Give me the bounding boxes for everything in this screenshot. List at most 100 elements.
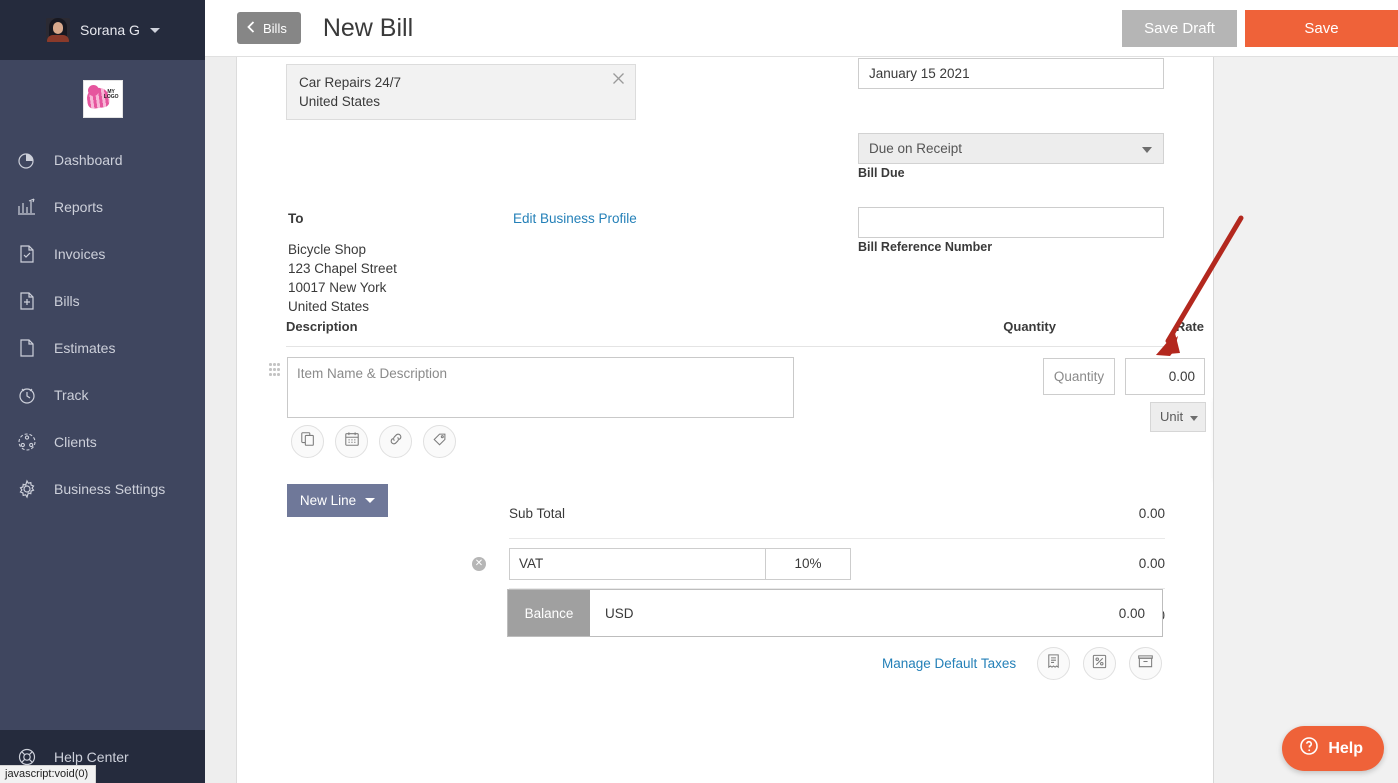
column-header-rate: Rate [1176,319,1204,334]
new-line-button[interactable]: New Line [287,484,388,517]
link-icon [388,431,404,452]
item-description-input[interactable] [287,357,794,418]
left-gutter [205,57,237,783]
chevron-down-icon [365,498,375,503]
sidebar-item-clients[interactable]: Clients [0,418,205,465]
page-title: New Bill [323,14,413,43]
bill-due-select[interactable]: Due on Receipt [858,133,1164,164]
sidebar-item-label: Track [54,387,88,403]
item-quantity-input[interactable] [1043,358,1115,395]
document-check-icon [16,243,38,265]
sidebar-item-label: Estimates [54,340,115,356]
drag-handle-icon[interactable] [269,363,281,379]
archive-icon [1137,653,1154,675]
to-address-line: 123 Chapel Street [288,259,397,278]
link-line-button[interactable] [379,425,412,458]
item-unit-select[interactable]: Unit [1150,402,1206,432]
to-address-line: Bicycle Shop [288,240,397,259]
receipt-icon [1045,653,1062,675]
receipt-button[interactable] [1037,647,1070,680]
bar-chart-icon [16,196,38,218]
sidebar-item-dashboard[interactable]: Dashboard [0,136,205,183]
remove-circle-icon[interactable]: ✕ [472,557,486,571]
vendor-name: Car Repairs 24/7 [299,73,625,92]
sidebar-item-label: Dashboard [54,152,123,168]
sub-total-label: Sub Total [509,506,565,521]
bill-due-label: Bill Due [858,166,905,180]
to-address: Bicycle Shop 123 Chapel Street 10017 New… [288,240,397,316]
date-line-button[interactable] [335,425,368,458]
user-name: Sorana G [80,22,140,38]
archive-button[interactable] [1129,647,1162,680]
discount-button[interactable] [1083,647,1116,680]
tag-line-button[interactable] [423,425,456,458]
vendor-country: United States [299,92,625,111]
bill-date-field[interactable]: January 15 2021 [858,58,1164,89]
calendar-icon [344,431,360,452]
edit-business-profile-link[interactable]: Edit Business Profile [513,211,637,226]
sidebar-item-label: Bills [54,293,80,309]
topbar-actions: Save Draft Save [1122,0,1398,56]
tax-name-input[interactable] [509,548,766,580]
balance-value-field[interactable]: USD 0.00 [590,590,1162,636]
bill-due-value: Due on Receipt [869,141,962,156]
pie-chart-icon [16,149,38,171]
balance-amount: 0.00 [1119,606,1145,621]
to-label: To [288,211,304,226]
clock-icon [16,384,38,406]
document-plus-icon [16,290,38,312]
balance-row: Balance USD 0.00 [507,589,1163,637]
people-circle-icon [16,431,38,453]
question-circle-icon [1299,736,1319,761]
copy-icon [300,431,316,452]
item-rate-input[interactable] [1125,358,1205,395]
browser-status-bar: javascript:void(0) [0,765,96,783]
tag-icon [432,431,448,452]
sidebar-item-label: Reports [54,199,103,215]
document-icon [16,337,38,359]
sidebar-item-bills[interactable]: Bills [0,277,205,324]
sidebar-item-track[interactable]: Track [0,371,205,418]
sidebar-item-label: Invoices [54,246,105,262]
company-logo: MYLOGO [83,80,123,118]
sidebar-item-estimates[interactable]: Estimates [0,324,205,371]
sidebar-item-reports[interactable]: Reports [0,183,205,230]
new-line-label: New Line [300,493,356,508]
bill-form-card: Car Repairs 24/7 United States To Edit B… [237,57,1214,783]
chevron-down-icon [150,28,160,33]
save-button[interactable]: Save [1245,10,1398,47]
item-unit-value: Unit [1160,409,1183,424]
sidebar-item-label: Business Settings [54,481,165,497]
balance-label: Balance [508,590,590,636]
bill-reference-input[interactable] [858,207,1164,238]
tax-amount-value: 0.00 [1139,556,1165,571]
sidebar-item-invoices[interactable]: Invoices [0,230,205,277]
close-icon[interactable] [610,72,626,88]
help-widget-button[interactable]: Help [1282,726,1384,771]
sub-total-value: 0.00 [1139,506,1165,521]
sidebar-item-business-settings[interactable]: Business Settings [0,465,205,512]
to-address-line: 10017 New York [288,278,397,297]
column-header-quantity: Quantity [1003,319,1056,334]
items-table-header: Description Quantity Rate Amount [286,319,1165,347]
back-to-bills-button[interactable]: Bills [237,12,301,44]
save-draft-button[interactable]: Save Draft [1122,10,1237,47]
sub-total-row: Sub Total 0.00 [509,489,1165,539]
vendor-box[interactable]: Car Repairs 24/7 United States [286,64,636,120]
tax-rate-input[interactable] [766,548,851,580]
company-logo-wrap: MYLOGO [0,60,205,136]
sidebar: Sorana G MYLOGO Dashboard Reports [0,0,205,783]
user-menu[interactable]: Sorana G [0,0,205,60]
avatar [46,18,70,42]
chevron-down-icon [1190,416,1198,421]
topbar: Bills New Bill Save Draft Save [205,0,1398,57]
column-header-description: Description [286,319,358,334]
gear-icon [16,478,38,500]
back-label: Bills [263,21,287,36]
help-widget-label: Help [1328,740,1363,758]
duplicate-line-button[interactable] [291,425,324,458]
manage-default-taxes-link[interactable]: Manage Default Taxes [882,656,1016,671]
footer-tools: Manage Default Taxes [882,647,1162,680]
help-center-label: Help Center [54,749,129,765]
chevron-down-icon [1142,147,1152,153]
